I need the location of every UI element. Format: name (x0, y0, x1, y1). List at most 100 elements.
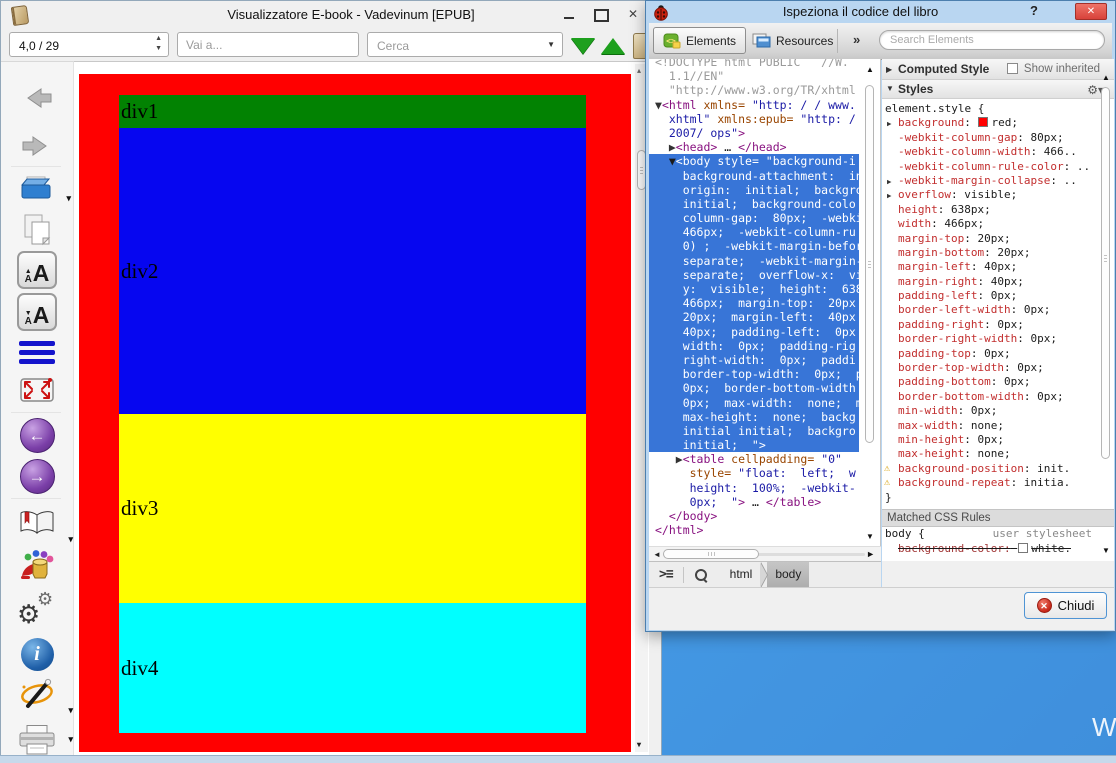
dom-node-line[interactable]: origin: initial; backgro (649, 182, 859, 197)
scroll-up-icon[interactable]: ▴ (637, 66, 641, 75)
dom-node-line[interactable]: 0px; border-bottom-width (649, 381, 859, 396)
tab-resources[interactable]: Resources (743, 27, 842, 54)
dom-node-line[interactable]: 1.1//EN" (655, 69, 859, 83)
style-property-row[interactable]: max-height: none; (882, 447, 1114, 461)
code-scroll-down-icon[interactable]: ▼ (866, 532, 874, 541)
inspect-magnifier-icon[interactable] (694, 568, 708, 582)
dom-node-line[interactable]: 2007/ ops"> (655, 126, 859, 140)
help-button[interactable]: ? (1023, 1, 1045, 21)
dom-node-line[interactable]: initial initial; backgro (649, 423, 859, 439)
expand-property-icon[interactable]: ▶ (887, 117, 892, 130)
search-next-icon[interactable] (571, 38, 595, 54)
expand-property-icon[interactable]: ▶ (887, 175, 892, 188)
info-icon[interactable]: i (7, 634, 67, 674)
fit-screen-icon[interactable] (7, 370, 67, 410)
overridden-property-row[interactable]: background-color: white. (882, 542, 1114, 556)
search-combobox[interactable]: ▼ (367, 32, 563, 57)
styles-header[interactable]: ▼ Styles ⚙▾ (882, 80, 1114, 99)
dom-node-line[interactable]: ▶<table cellpadding= "0" (655, 452, 859, 466)
previous-chapter-icon[interactable]: ← (7, 415, 67, 455)
tab-overflow-button[interactable]: » (853, 32, 860, 47)
combo-dropdown-icon[interactable]: ▼ (547, 40, 555, 49)
goto-page-input[interactable] (177, 32, 359, 57)
dom-node-line[interactable]: 466px; margin-top: 20px (649, 296, 859, 311)
dom-node-line[interactable]: border-top-width: 0px; p (649, 367, 859, 382)
dom-node-line[interactable]: style= "float: left; w (655, 466, 859, 480)
dom-node-line[interactable]: ▶<head> … </head> (655, 140, 859, 154)
style-property-row[interactable]: padding-top: 0px; (882, 347, 1114, 361)
search-combo-input[interactable] (375, 34, 539, 57)
style-property-row[interactable]: padding-right: 0px; (882, 318, 1114, 332)
duplicate-page-icon[interactable] (7, 210, 67, 250)
style-property-row[interactable]: ▶ overflow: visible; (882, 188, 1114, 202)
style-property-row[interactable]: -webkit-column-gap: 80px; (882, 131, 1114, 145)
tools-dropdown-icon[interactable]: ▾ (68, 705, 73, 716)
style-property-row[interactable]: border-bottom-width: 0px; (882, 390, 1114, 404)
open-file-dropdown-icon[interactable]: ▾ (66, 193, 71, 204)
style-property-row[interactable]: -webkit-column-width: 466.. (882, 145, 1114, 159)
hscroll-thumb[interactable] (663, 549, 759, 559)
settings-icon[interactable]: ⚙ ⚙ (7, 589, 67, 630)
style-property-row[interactable]: border-left-width: 0px; (882, 303, 1114, 317)
style-property-row[interactable]: ⚠ background-position: init. (882, 462, 1114, 476)
dom-node-line[interactable]: ▼<html xmlns= "http: / / www. (655, 98, 859, 112)
show-inherited-checkbox[interactable] (1007, 63, 1018, 74)
dom-node-line[interactable]: separate; overflow-x: vi (649, 267, 859, 282)
tools-icon[interactable]: ▾ (7, 674, 73, 715)
inspector-close-button[interactable]: ✕ (1075, 3, 1107, 20)
dom-node-line[interactable]: height: 100%; -webkit- (655, 481, 859, 495)
style-property-row[interactable]: width: 466px; (882, 217, 1114, 231)
increase-font-icon[interactable]: ▲ A A (7, 250, 67, 290)
style-property-row[interactable]: ▶ -webkit-margin-collapse: .. (882, 174, 1114, 188)
dom-node-line[interactable]: background-attachment: in (649, 168, 859, 183)
back-icon[interactable] (7, 78, 67, 118)
dom-node-line[interactable]: separate; -webkit-margin- (649, 253, 859, 268)
style-property-row[interactable]: ▶ background: red; (882, 116, 1114, 130)
decrease-font-icon[interactable]: ▼ A A (7, 292, 67, 332)
styles-scroll-down-icon[interactable]: ▼ (1102, 546, 1110, 555)
console-icon[interactable]: >≡ (659, 567, 674, 582)
code-scroll-left-icon[interactable]: ◄ (653, 550, 661, 559)
scroll-down-icon[interactable]: ▾ (637, 740, 641, 749)
dom-node-line[interactable]: </body> (655, 509, 859, 523)
code-horizontal-scrollbar[interactable]: ◄ ► (649, 546, 881, 561)
ebook-close-button[interactable]: ✕ (619, 3, 647, 25)
dom-node-line[interactable]: "http://www.w3.org/TR/xhtml (655, 83, 859, 97)
table-of-contents-icon[interactable] (7, 332, 67, 372)
computed-style-header[interactable]: ▶ Computed Style Show inherited (882, 59, 1114, 80)
forward-icon[interactable] (7, 126, 67, 166)
styles-scrollbar-thumb[interactable] (1101, 87, 1110, 459)
appearance-colors-icon[interactable] (7, 546, 67, 586)
dom-node-line[interactable]: 466px; -webkit-column-ru (649, 225, 859, 240)
dom-node-line[interactable]: initial; background-colo (649, 196, 859, 212)
style-property-row[interactable]: border-right-width: 0px; (882, 332, 1114, 346)
next-chapter-icon[interactable]: → (7, 456, 67, 496)
dom-node-line[interactable]: 0px; "> … </table> (655, 495, 859, 509)
dom-node-line[interactable]: ▼<body style= "background-i (649, 154, 859, 169)
dom-node-line[interactable]: xhtml" xmlns:epub= "http: / (655, 112, 859, 126)
bookmarks-dropdown-icon[interactable]: ▾ (68, 534, 73, 545)
dom-node-line[interactable]: 0px; max-width: none; m (649, 395, 859, 410)
minimize-button[interactable] (555, 3, 583, 25)
style-property-row[interactable]: ⚠ background-repeat: initia. (882, 476, 1114, 490)
style-property-row[interactable]: padding-bottom: 0px; (882, 375, 1114, 389)
style-property-row[interactable]: min-width: 0px; (882, 404, 1114, 418)
dom-node-line[interactable]: <!DOCTYPE html PUBLIC //W. (655, 59, 859, 69)
style-property-row[interactable]: border-top-width: 0px; (882, 361, 1114, 375)
page-spinner-input[interactable] (17, 34, 141, 57)
tab-elements[interactable]: <> Elements (653, 27, 747, 54)
style-property-row[interactable]: padding-left: 0px; (882, 289, 1114, 303)
style-property-row[interactable]: min-height: 0px; (882, 433, 1114, 447)
expand-property-icon[interactable]: ▶ (887, 189, 892, 202)
style-property-row[interactable]: margin-right: 40px; (882, 275, 1114, 289)
style-property-row[interactable]: -webkit-column-rule-color: .. (882, 160, 1114, 174)
open-file-icon[interactable]: ▾ (7, 168, 71, 208)
style-property-row[interactable]: margin-left: 40px; (882, 260, 1114, 274)
page-spinner[interactable]: ▲▼ (9, 32, 169, 57)
dom-node-line[interactable]: width: 0px; padding-rig (649, 338, 859, 353)
code-scrollbar-thumb[interactable] (865, 85, 874, 443)
dom-node-line[interactable]: max-height: none; backg (649, 409, 859, 424)
dom-node-line[interactable]: y: visible; height: 638 (649, 282, 859, 297)
print-icon[interactable]: ▾ (7, 720, 73, 760)
breadcrumb-item-html[interactable]: html (722, 562, 761, 587)
